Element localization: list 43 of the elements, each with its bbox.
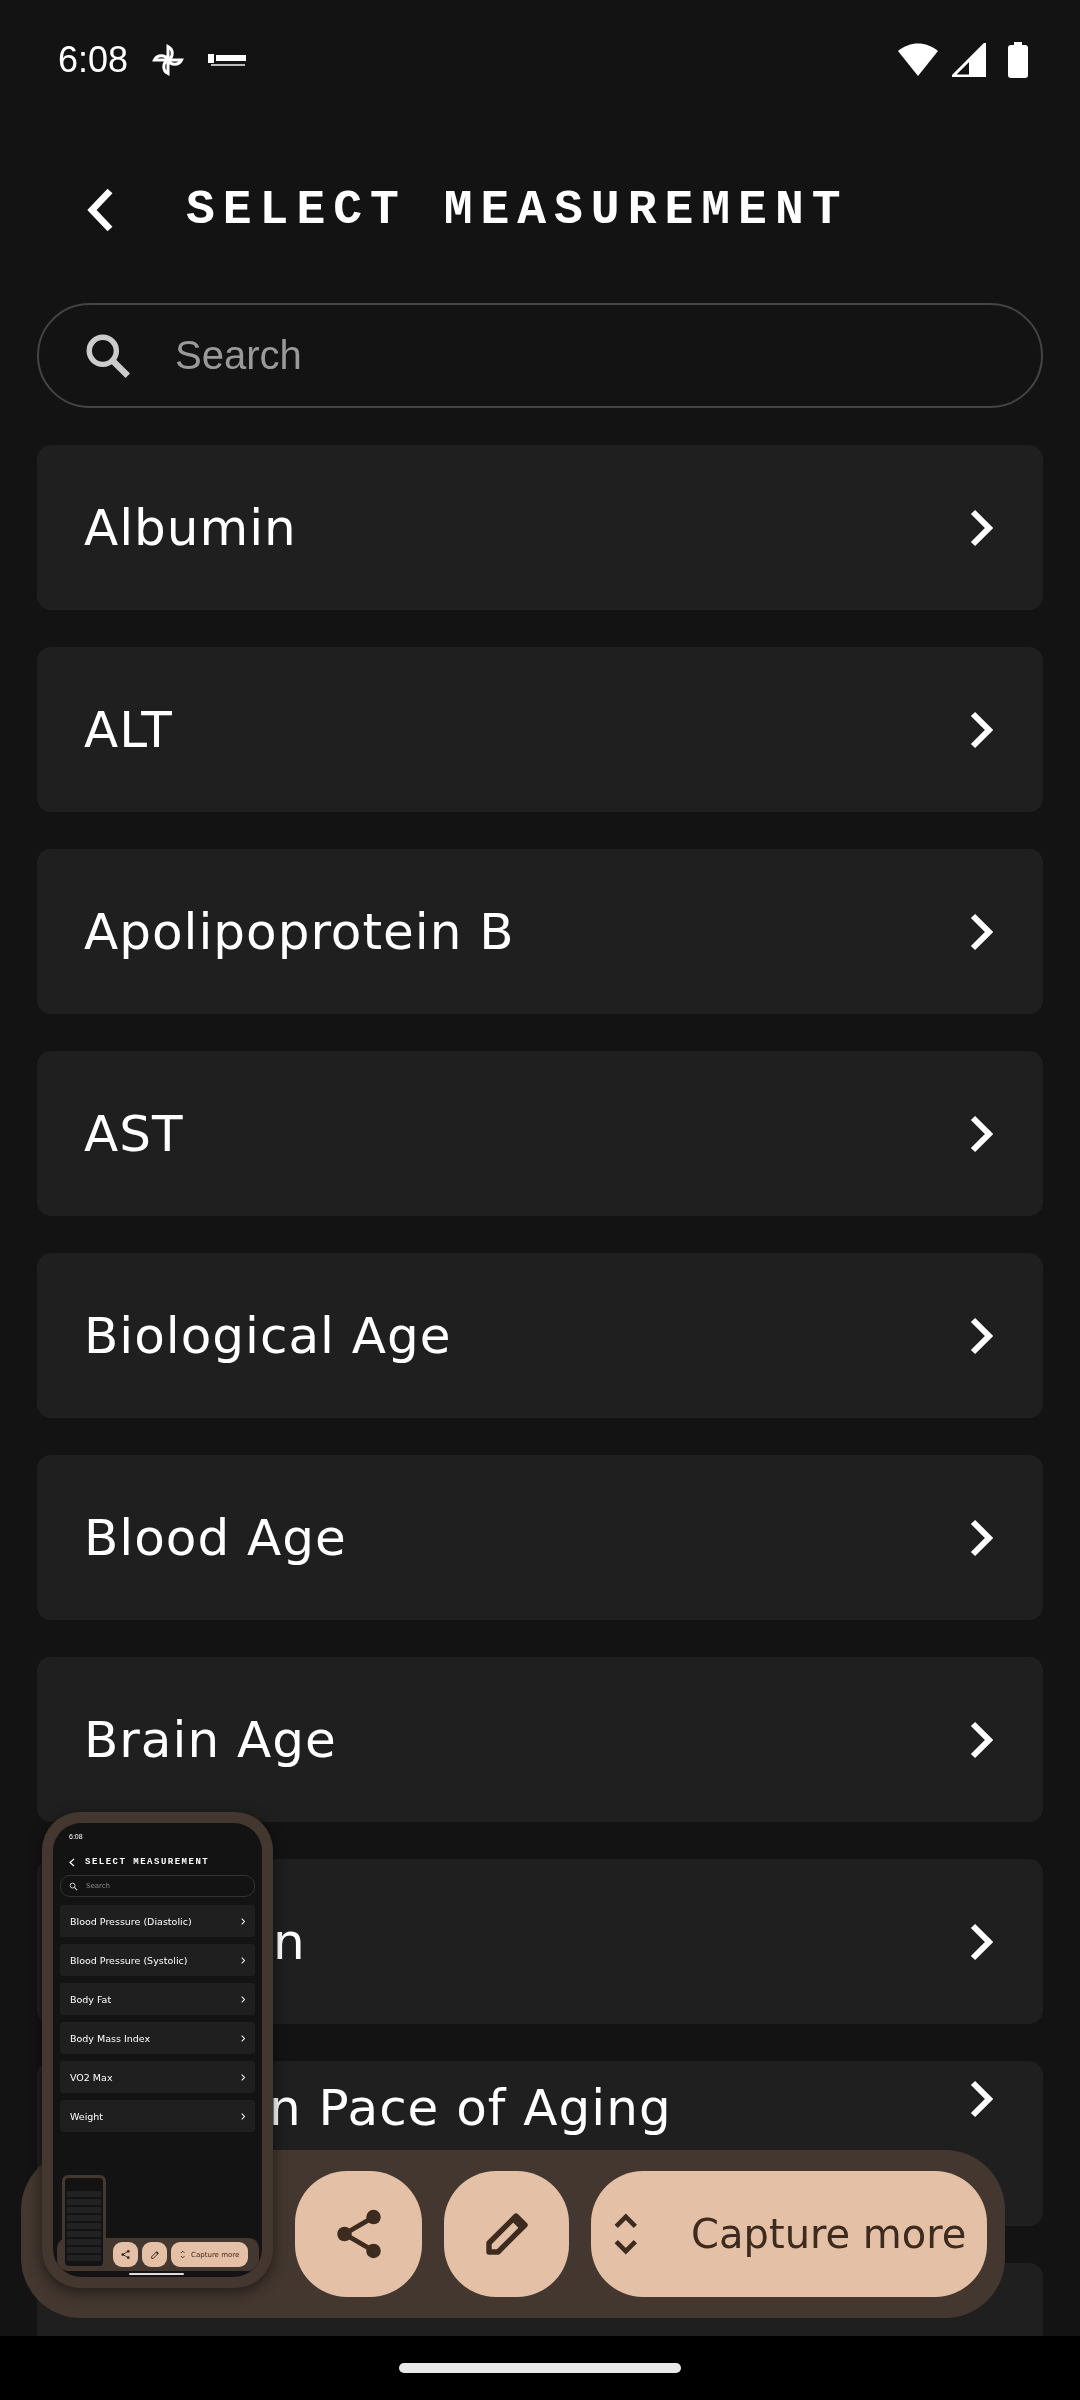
- back-icon: [69, 1857, 75, 1867]
- capture-more-button[interactable]: Capture more: [591, 2171, 987, 2297]
- page-title: SELECT MEASUREMENT: [85, 1857, 210, 1867]
- chevron-right-icon: [969, 1921, 993, 1962]
- measurement-item[interactable]: Blood Age: [37, 1455, 1043, 1620]
- chevron-right-icon: [240, 2073, 245, 2081]
- measurement-item[interactable]: AST: [37, 1051, 1043, 1216]
- expand-arrows-icon: [179, 2250, 186, 2259]
- measurement-item: Blood Pressure (Systolic): [60, 1944, 255, 1976]
- battery-icon: [1008, 42, 1028, 78]
- app-logo-icon: [208, 51, 249, 69]
- chevron-right-icon: [240, 1956, 245, 1964]
- page-title: SELECT MEASUREMENT: [186, 183, 849, 237]
- signal-icon: [952, 43, 986, 77]
- measurement-item: Weight: [60, 2100, 255, 2132]
- measurement-item: Blood Pressure (Diastolic): [60, 1905, 255, 1937]
- measurement-item[interactable]: Brain Age: [37, 1657, 1043, 1822]
- search-bar[interactable]: Search: [37, 303, 1043, 408]
- measurement-item[interactable]: Albumin: [37, 445, 1043, 610]
- measurement-item[interactable]: Apolipoprotein B: [37, 849, 1043, 1014]
- chevron-right-icon: [969, 1315, 993, 1356]
- chevron-right-icon: [240, 1995, 245, 2003]
- chevron-right-icon: [969, 709, 993, 750]
- share-icon: [120, 2249, 131, 2260]
- chevron-right-icon: [969, 1517, 993, 1558]
- measurement-item: Body Fat: [60, 1983, 255, 2015]
- wifi-icon: [898, 43, 938, 77]
- chevron-right-icon: [969, 2079, 993, 2119]
- chevron-right-icon: [240, 2112, 245, 2120]
- measurement-item[interactable]: ALT: [37, 647, 1043, 812]
- chevron-right-icon: [240, 1917, 245, 1925]
- measurement-item: VO2 Max: [60, 2061, 255, 2093]
- chevron-right-icon: [969, 1719, 993, 1760]
- search-field[interactable]: Search: [173, 332, 1041, 379]
- status-time: 6:08: [58, 39, 129, 81]
- pencil-icon: [149, 2249, 160, 2260]
- measurement-item: Body Mass Index: [60, 2022, 255, 2054]
- search-icon: [69, 1881, 78, 1891]
- chevron-right-icon: [969, 911, 993, 952]
- chevron-right-icon: [969, 1113, 993, 1154]
- chevron-right-icon: [969, 507, 993, 548]
- chevron-right-icon: [240, 2034, 245, 2042]
- measurement-item[interactable]: Biological Age: [37, 1253, 1043, 1418]
